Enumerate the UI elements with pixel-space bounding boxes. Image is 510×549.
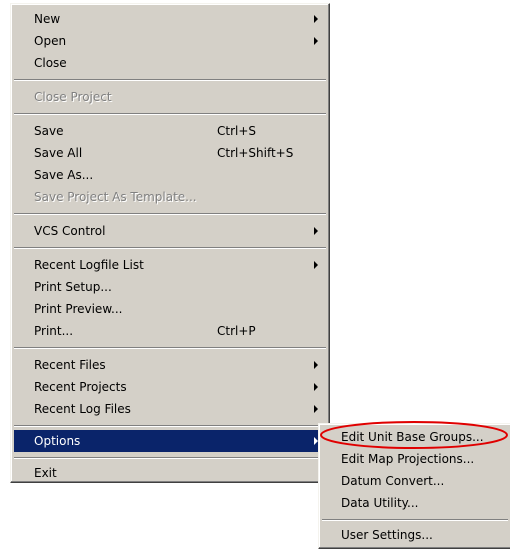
submenu-arrow-icon bbox=[314, 15, 318, 23]
menu-item-recent-files[interactable]: Recent Files bbox=[14, 354, 326, 376]
submenu-arrow-icon bbox=[314, 37, 318, 45]
menu-item-label: Options bbox=[34, 434, 81, 448]
menu-item-recent-projects[interactable]: Recent Projects bbox=[14, 376, 326, 398]
shortcut-text: Ctrl+S bbox=[217, 124, 257, 138]
menu-item-print[interactable]: Print... Ctrl+P bbox=[14, 320, 326, 342]
menu-item-label: Save Project As Template... bbox=[34, 190, 197, 204]
menu-item-options[interactable]: Options bbox=[14, 430, 326, 452]
menu-item-edit-unit-base-groups[interactable]: Edit Unit Base Groups... bbox=[322, 426, 508, 448]
menu-item-new[interactable]: New bbox=[14, 8, 326, 30]
menu-item-data-utility[interactable]: Data Utility... bbox=[322, 492, 508, 514]
menu-item-label: Print... bbox=[34, 324, 74, 338]
menu-item-exit[interactable]: Exit bbox=[14, 462, 326, 484]
file-menu: New Open Close Close Project Save Ctrl+S… bbox=[10, 3, 330, 483]
menu-item-edit-map-projections[interactable]: Edit Map Projections... bbox=[322, 448, 508, 470]
menu-item-label: New bbox=[34, 12, 61, 26]
menu-item-label: Recent Projects bbox=[34, 380, 127, 394]
menu-item-label: Data Utility... bbox=[341, 496, 419, 510]
menu-item-label: Print Setup... bbox=[34, 280, 112, 294]
menu-item-save[interactable]: Save Ctrl+S bbox=[14, 120, 326, 142]
menu-separator bbox=[14, 113, 326, 115]
menu-item-label: Close bbox=[34, 56, 67, 70]
submenu-arrow-icon bbox=[314, 361, 318, 369]
menu-item-label: Close Project bbox=[34, 90, 112, 104]
menu-item-label: Edit Unit Base Groups... bbox=[341, 430, 484, 444]
menu-item-open[interactable]: Open bbox=[14, 30, 326, 52]
menu-item-label: User Settings... bbox=[341, 528, 433, 542]
menu-item-vcs-control[interactable]: VCS Control bbox=[14, 220, 326, 242]
menu-separator bbox=[14, 425, 326, 427]
submenu-arrow-icon bbox=[314, 261, 318, 269]
submenu-arrow-icon bbox=[314, 405, 318, 413]
menu-item-label: Print Preview... bbox=[34, 302, 123, 316]
options-submenu: Edit Unit Base Groups... Edit Map Projec… bbox=[318, 423, 510, 549]
menu-item-save-as[interactable]: Save As... bbox=[14, 164, 326, 186]
menu-item-label: Recent Logfile List bbox=[34, 258, 144, 272]
submenu-arrow-icon bbox=[314, 227, 318, 235]
menu-separator bbox=[14, 213, 326, 215]
shortcut-text: Ctrl+P bbox=[217, 324, 256, 338]
menu-item-label: Recent Files bbox=[34, 358, 106, 372]
menu-item-close-project: Close Project bbox=[14, 86, 326, 108]
menu-item-user-settings[interactable]: User Settings... bbox=[322, 524, 508, 546]
menu-item-datum-convert[interactable]: Datum Convert... bbox=[322, 470, 508, 492]
menu-separator bbox=[14, 457, 326, 459]
menu-item-label: Save All bbox=[34, 146, 83, 160]
menu-item-label: Recent Log Files bbox=[34, 402, 131, 416]
submenu-arrow-icon bbox=[314, 383, 318, 391]
menu-item-close[interactable]: Close bbox=[14, 52, 326, 74]
menu-item-label: Exit bbox=[34, 466, 57, 480]
menu-item-label: VCS Control bbox=[34, 224, 106, 238]
menu-item-recent-log-files[interactable]: Recent Log Files bbox=[14, 398, 326, 420]
menu-item-label: Edit Map Projections... bbox=[341, 452, 475, 466]
menu-item-label: Datum Convert... bbox=[341, 474, 445, 488]
menu-item-print-preview[interactable]: Print Preview... bbox=[14, 298, 326, 320]
menu-separator bbox=[14, 347, 326, 349]
shortcut-text: Ctrl+Shift+S bbox=[217, 146, 294, 160]
menu-item-save-project-as-template: Save Project As Template... bbox=[14, 186, 326, 208]
menu-item-recent-logfile-list[interactable]: Recent Logfile List bbox=[14, 254, 326, 276]
menu-separator bbox=[14, 247, 326, 249]
menu-separator bbox=[322, 519, 508, 521]
menu-item-label: Save As... bbox=[34, 168, 94, 182]
menu-item-save-all[interactable]: Save All Ctrl+Shift+S bbox=[14, 142, 326, 164]
menu-item-label: Save bbox=[34, 124, 64, 138]
menu-separator bbox=[14, 79, 326, 81]
menu-item-label: Open bbox=[34, 34, 67, 48]
menu-item-print-setup[interactable]: Print Setup... bbox=[14, 276, 326, 298]
